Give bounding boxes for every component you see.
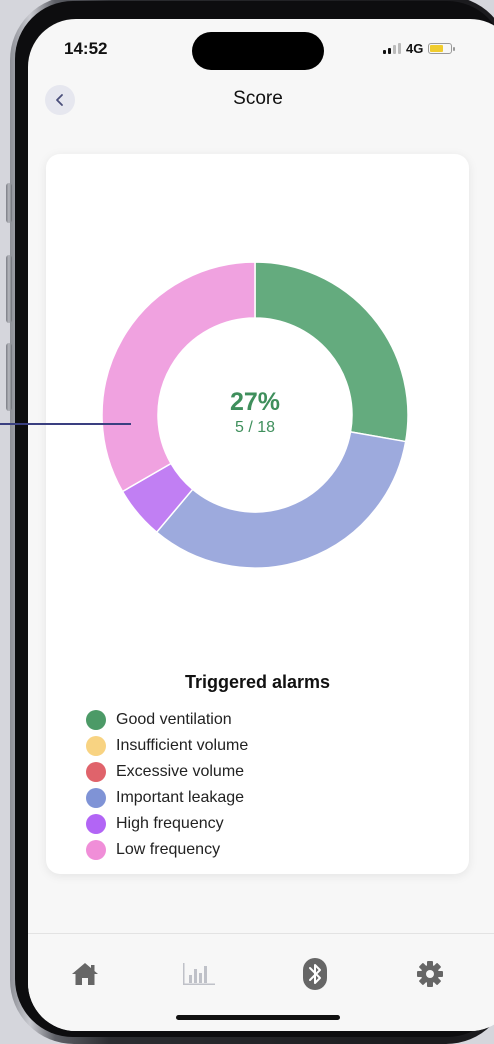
annotation-pointer-line <box>0 423 131 425</box>
legend-dot <box>86 710 106 730</box>
bluetooth-icon <box>303 958 327 990</box>
donut-center: 27% 5 / 18 <box>100 388 410 437</box>
legend-item: Good ventilation <box>86 707 248 733</box>
volume-down-button <box>6 343 12 411</box>
legend-item: Important leakage <box>86 785 248 811</box>
legend-label: Good ventilation <box>116 711 232 728</box>
tab-statistics[interactable] <box>177 952 221 996</box>
legend-label: Important leakage <box>116 789 245 806</box>
chart-icon <box>183 963 215 985</box>
tab-bluetooth[interactable] <box>293 952 337 996</box>
legend-dot <box>86 788 106 808</box>
donut-slice-low-frequency <box>101 261 256 493</box>
home-indicator <box>176 1015 340 1020</box>
signal-icon <box>383 43 401 54</box>
gear-icon <box>417 961 443 987</box>
home-icon <box>72 963 98 985</box>
legend-dot <box>86 736 106 756</box>
legend-label: High frequency <box>116 815 224 832</box>
dynamic-island <box>192 32 324 70</box>
legend-item: Insufficient volume <box>86 733 248 759</box>
network-label: 4G <box>406 41 424 56</box>
legend-item: Excessive volume <box>86 759 248 785</box>
battery-icon <box>428 43 456 54</box>
screen: 14:52 4G Score 27% 5 / 18 Triggered alar… <box>28 19 494 1031</box>
legend-label: Insufficient volume <box>116 737 249 754</box>
score-card: 27% 5 / 18 Triggered alarms Good ventila… <box>46 154 469 874</box>
legend-title: Triggered alarms <box>184 672 331 692</box>
volume-up-button <box>6 255 12 323</box>
donut-chart: 27% 5 / 18 <box>100 260 410 570</box>
legend-item: Low frequency <box>86 837 248 863</box>
page-title: Score <box>233 88 283 109</box>
legend: Good ventilation Insufficient volume Exc… <box>86 707 248 863</box>
tab-home[interactable] <box>63 952 107 996</box>
score-percent: 27% <box>229 388 281 416</box>
donut-slice-important-leakage <box>155 430 407 569</box>
legend-dot <box>86 840 106 860</box>
legend-dot <box>86 762 106 782</box>
legend-item: High frequency <box>86 811 248 837</box>
tab-settings[interactable] <box>408 952 452 996</box>
legend-label: Excessive volume <box>116 763 245 780</box>
status-indicators: 4G <box>383 41 456 56</box>
legend-dot <box>86 814 106 834</box>
status-time: 14:52 <box>64 39 108 58</box>
score-fraction: 5 / 18 <box>234 419 276 436</box>
legend-label: Low frequency <box>116 841 221 858</box>
action-button <box>6 183 12 223</box>
